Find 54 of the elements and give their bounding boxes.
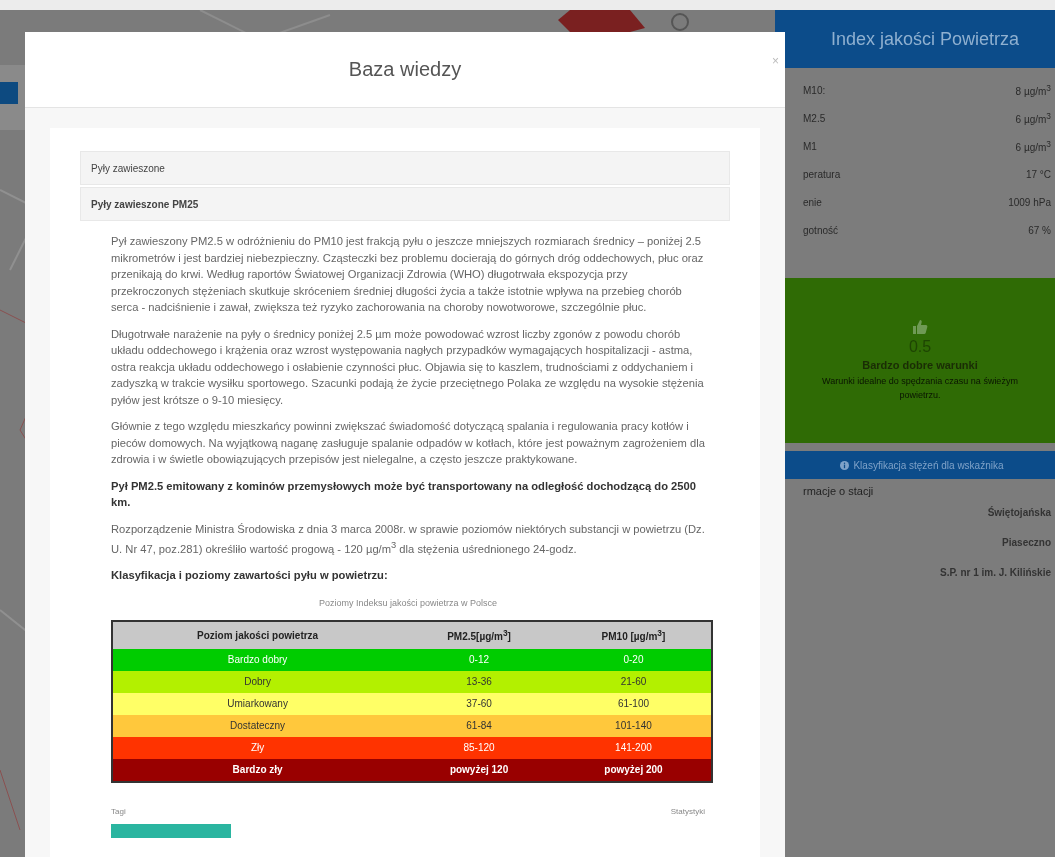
reading-label: M1 — [803, 140, 817, 152]
info-value: S.P. nr 1 im. J. Kilińskie — [940, 566, 1051, 578]
column-header: PM10 [µg/m$^{3}$] — [555, 620, 712, 649]
reading-value: 17 °C — [1025, 168, 1051, 180]
reading-value: 67 % — [1028, 224, 1051, 236]
accordion-header[interactable]: Pyły zawieszone PM25 — [80, 187, 730, 221]
reading-value: 6 µg/m$^{3}$ — [1015, 138, 1051, 154]
reading-label: M2.5 — [803, 112, 826, 124]
table-cell: 13-36 — [402, 670, 556, 693]
reading-value: 1009 hPa — [1008, 196, 1051, 208]
bold-paragraph: Pył PM2.5 emitowany z kominów przemysłowych może być transportowany na odległość dochodzącą do 2500 km. — [111, 478, 697, 510]
table-cell: 37-60 — [402, 692, 556, 715]
table-caption: Poziomy Indeksu jakości powietrza w Polsce — [317, 597, 499, 608]
table-cell: Bardzo dobry — [112, 648, 403, 671]
table-cell: 85-120 — [402, 736, 556, 759]
info-value: Świętojańska — [987, 506, 1051, 518]
paragraph: Długotrwałe narażenie na pyły o średnicy poniżej 2.5 µm może powodować wzrost liczby zgonów z powodu chorób układu oddechowego i krążenia oraz wzrost występowania nagłych przypadków wymagających hospitalizacji - astma, ostra reakcja układu oddechowego i osłabienie czynności płuc. Objawia się to kaszlem, trudnościami z oddychaniem i zadyszką w trakcie wysiłku sportowego. Szacunki podają że życie przeciętnego Polaka ze względu na wysokie stężenia pyłów jest krótsze o 9-10 miesięcy. — [111, 326, 705, 408]
reading-value: 8 µg/m$^{3}$ — [1015, 82, 1051, 98]
reading-label: gotność — [803, 224, 839, 236]
table-cell: 61-100 — [555, 692, 712, 715]
column-header: PM2.5[µg/m$^{3}$] — [402, 620, 556, 649]
table-cell: 0-12 — [402, 648, 556, 671]
reading-label: peratura — [803, 168, 841, 180]
status-title: Bardzo dobre warunki — [862, 359, 978, 371]
thumbs-up-icon — [912, 319, 928, 335]
bold-paragraph: Klasyfikacja i poziomy zawartości pyłu w powietrzu: — [111, 568, 389, 584]
table-cell: 21-60 — [555, 670, 712, 693]
info-value: Piaseczno — [1002, 536, 1051, 548]
table-cell: Dobry — [112, 670, 403, 693]
table-cell: 101-140 — [555, 714, 712, 737]
table-cell: Bardzo zły — [112, 758, 403, 782]
paragraph: Głównie z tego względu mieszkańcy powinni zwiększać świadomość dotyczącą spalania i regulowania pracy kotłów i pieców domowych. Na wyjątkową naganę zasługuje spalanie odpadów w kotłach, które jest poważnym zagrożeniem dla zdrowia i w świetle obowiązujących przepisów jest nielegalne, a często jeszcze praktykowane. — [111, 419, 705, 467]
info-heading: rmacje o stacji — [802, 484, 875, 497]
table-cell: Umiarkowany — [112, 692, 403, 715]
reading-label: M10: — [803, 84, 826, 96]
paragraph: Pył zawieszony PM2.5 w odróżnieniu do PM10 jest frakcją pyłu o jeszcze mniejszych rozmiarach średnicy – poniżej 2.5 mikrometrów i jest bardziej niebezpieczny. Cząsteczki bez problemu docierają do górnych dróg oddechowych, płuc oraz przenikają do krwi. Według raportów Światowej Organizacji Zdrowia (WHO) długotrwała ekspozycja przy przekroczonych stężeniach skutkuje skróceniem średniej długości życia a także istotnie wpływa na przebieg chorób serca - nadciśnienie i zawał, zwiększa też ryzyko zachorowania na choroby nowotworowe, szczególnie płuc. — [111, 234, 705, 315]
modal-title: Baza wiedzy — [348, 58, 462, 81]
table-cell: 61-84 — [402, 714, 556, 737]
status-description: Warunki idealne do spędzania czasu na świeżym powietrzu. — [821, 375, 1019, 402]
reading-label: enie — [803, 196, 822, 208]
tags-label: Tagi — [111, 806, 126, 816]
stats-label: Statystyki — [670, 806, 705, 816]
column-header: Poziom jakości powietrza — [112, 620, 403, 649]
accordion-header[interactable]: Pyły zawieszone — [80, 151, 730, 185]
table-cell: powyżej 200 — [555, 758, 712, 782]
table-cell: Dostateczny — [112, 714, 403, 737]
table-cell: 141-200 — [555, 736, 712, 759]
table-cell: Zły — [112, 736, 403, 759]
table-cell: 0-20 — [555, 648, 712, 671]
paragraph: Rozporządzenie Ministra Środowiska z dnia 3 marca 2008r. w sprawie poziomów niektórych substancji w powietrzu (Dz. U. Nr 47, poz.281) określiło wartość progową - 120 µg/m$^{3}$ dla stężenia uśrednionego 24-godz. — [111, 521, 705, 557]
tag-chip[interactable] — [111, 823, 231, 838]
info-icon — [840, 460, 850, 470]
table-cell: powyżej 120 — [402, 758, 556, 782]
reading-value: 6 µg/m$^{3}$ — [1015, 110, 1051, 126]
